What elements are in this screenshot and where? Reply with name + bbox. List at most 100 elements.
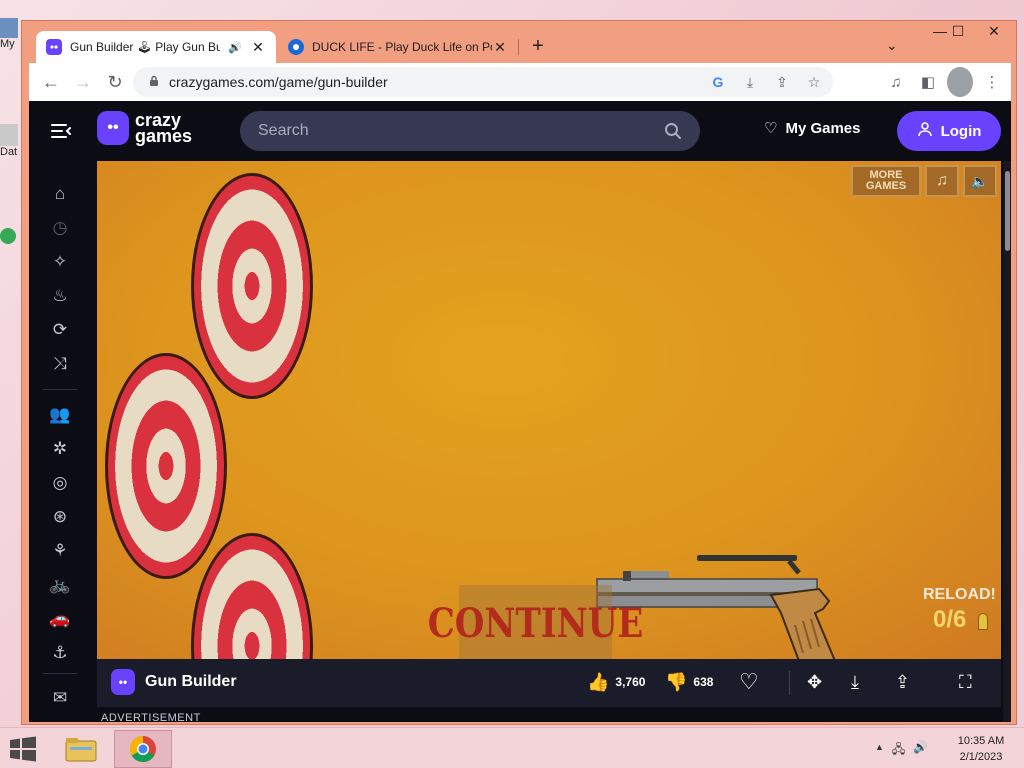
new-tab-button[interactable]: + [526, 35, 550, 59]
sound-toggle-button[interactable]: 🔈 [963, 165, 997, 197]
game-canvas[interactable]: MORE GAMES ♫ 🔈 CONTINUE RELOAD! 0/6 [97, 161, 1001, 659]
favorite-button[interactable]: ♡ [739, 667, 759, 697]
tab-title: Gun Builder 🕹 Play Gun Builder on CrazyG… [70, 40, 221, 54]
fullscreen-button[interactable]: ⛶ [959, 667, 972, 697]
search-placeholder: Search [258, 122, 309, 139]
show-hidden-icons-icon[interactable]: ▲ [875, 740, 884, 761]
game-title: Gun Builder [145, 673, 237, 690]
logo-wordmark: crazy games [135, 111, 192, 145]
bullet-icon [978, 613, 988, 630]
scrollbar-thumb[interactable] [1005, 171, 1010, 251]
more-games-label: MORE GAMES [865, 169, 907, 192]
tab-close-icon[interactable]: ✕ [492, 39, 508, 56]
tab-gun-builder[interactable]: Gun Builder 🕹 Play Gun Builder on CrazyG… [36, 31, 276, 63]
file-icon [0, 124, 18, 146]
taskbar-clock[interactable]: 10:35 AM 2/1/2023 [950, 733, 1012, 765]
tab-duck-life[interactable]: DUCK LIFE - Play Duck Life on Poki ✕ [278, 31, 518, 63]
volume-icon[interactable]: 🔊 [913, 740, 928, 761]
desktop-icon-label: Dat [0, 146, 18, 158]
fullscreen-icon: ⛶ [959, 671, 972, 692]
desktop-icon[interactable] [0, 228, 22, 252]
advertisement-label: ADVERTISEMENT [101, 712, 201, 722]
target[interactable] [191, 533, 313, 659]
my-games-label: My Games [785, 119, 861, 137]
taskbar: ▲ 🖧 🔊 10:35 AM 2/1/2023 [0, 727, 1024, 768]
sidebar-item-action-icon[interactable]: ✲ [48, 437, 72, 461]
sidebar-item-new-icon[interactable]: ✧ [48, 250, 72, 274]
computer-icon [0, 18, 18, 38]
install-app-icon[interactable]: ⤓ [739, 74, 761, 91]
taskbar-chrome[interactable] [114, 730, 172, 768]
system-tray: ▲ 🖧 🔊 [875, 740, 928, 761]
sidebar-item-clicker-icon[interactable]: ⚓ [48, 641, 72, 665]
browser-toolbar: ← → ↻ crazygames.com/game/gun-builder G … [29, 63, 1011, 101]
sidebar-item-random-icon[interactable]: ⤨ [48, 352, 72, 376]
login-label: Login [940, 122, 982, 140]
address-bar[interactable]: crazygames.com/game/gun-builder G ⤓ ⇪ ☆ [133, 67, 833, 97]
bookmark-star-icon[interactable]: ☆ [803, 74, 825, 91]
forward-button[interactable]: → [67, 66, 99, 98]
sidebar-item-updated-icon[interactable]: ⟳ [48, 318, 72, 342]
sidebar-item-car-icon[interactable]: 🚗 [48, 607, 72, 631]
media-controls-icon[interactable]: ♫ [883, 67, 909, 97]
download-button[interactable]: ⤓ [851, 667, 859, 697]
tab-search-chevron-icon[interactable]: ⌄ [886, 37, 898, 54]
ammo-counter: 0/6 [933, 606, 967, 633]
login-button[interactable]: Login [897, 111, 1001, 151]
sidebar-item-recent-icon[interactable]: ◷ [48, 216, 72, 240]
crazygames-logo[interactable]: •• crazy games [97, 111, 192, 145]
search-input[interactable]: Search [240, 111, 700, 151]
desktop-icon[interactable]: Dat [0, 120, 22, 160]
game-bar-divider [789, 671, 790, 695]
browser-window: Gun Builder 🕹 Play Gun Builder on CrazyG… [21, 20, 1017, 725]
reload-button[interactable]: ↻ [99, 66, 131, 98]
desktop-icon[interactable]: My [0, 14, 22, 54]
tab-close-icon[interactable]: ✕ [250, 39, 266, 56]
like-button[interactable]: 👍 3,760 [587, 667, 645, 697]
my-games-button[interactable]: ♡ My Games [764, 119, 861, 138]
controls-button[interactable]: ✥ [807, 667, 822, 697]
like-count: 3,760 [615, 675, 646, 689]
more-games-button[interactable]: MORE GAMES [851, 165, 921, 197]
search-icon[interactable] [664, 122, 682, 145]
sidebar-item-adventure-icon[interactable]: ◎ [48, 471, 72, 495]
crazygames-logo-icon: •• [97, 111, 129, 145]
sidebar-item-home-icon[interactable]: ⌂ [48, 182, 72, 206]
back-button[interactable]: ← [35, 66, 67, 98]
tab-audio-icon[interactable]: 🔊 [228, 41, 242, 54]
music-toggle-button[interactable]: ♫ [925, 165, 959, 197]
app-icon [0, 228, 16, 244]
google-lens-icon[interactable]: G [707, 74, 729, 90]
dislike-button[interactable]: 👎 638 [665, 667, 713, 697]
avatar-icon [947, 67, 973, 97]
gamepad-icon: ✥ [807, 671, 823, 692]
window-close-button[interactable]: ✕ [976, 23, 1012, 43]
sidebar-item-contact-icon[interactable]: ✉ [48, 686, 72, 710]
sidebar-item-bike-icon[interactable]: 🚲 [48, 573, 72, 597]
folder-icon [65, 738, 97, 762]
sidebar-divider [43, 673, 77, 674]
sidebar-item-two-player-icon[interactable]: 👥 [48, 403, 72, 427]
browser-menu-icon[interactable]: ⋮ [979, 67, 1005, 97]
tab-separator [518, 39, 519, 55]
profile-avatar[interactable] [947, 67, 973, 97]
network-icon[interactable]: 🖧 [892, 740, 905, 761]
sidebar-toggle-icon[interactable] [49, 119, 73, 143]
url-text[interactable]: crazygames.com/game/gun-builder [169, 74, 388, 90]
music-note-icon: ♫ [936, 172, 948, 189]
continue-button[interactable]: CONTINUE [428, 585, 643, 659]
sidebar-item-trending-icon[interactable]: ♨ [48, 284, 72, 308]
site-info-icon[interactable] [149, 75, 159, 90]
share-icon[interactable]: ⇪ [771, 74, 793, 91]
target[interactable] [191, 173, 313, 399]
start-button[interactable] [8, 736, 38, 762]
side-panel-icon[interactable]: ◧ [915, 67, 941, 97]
target[interactable] [105, 353, 227, 579]
sidebar-item-casual-icon[interactable]: ⚘ [48, 539, 72, 563]
maximize-button[interactable]: ☐ [940, 23, 976, 43]
chrome-icon [129, 735, 156, 763]
share-button[interactable]: ⇪ [895, 667, 910, 697]
sidebar-item-sports-icon[interactable]: ⊛ [48, 505, 72, 529]
taskbar-file-explorer[interactable] [52, 730, 110, 768]
crazygames-small-logo-icon: •• [111, 669, 135, 695]
